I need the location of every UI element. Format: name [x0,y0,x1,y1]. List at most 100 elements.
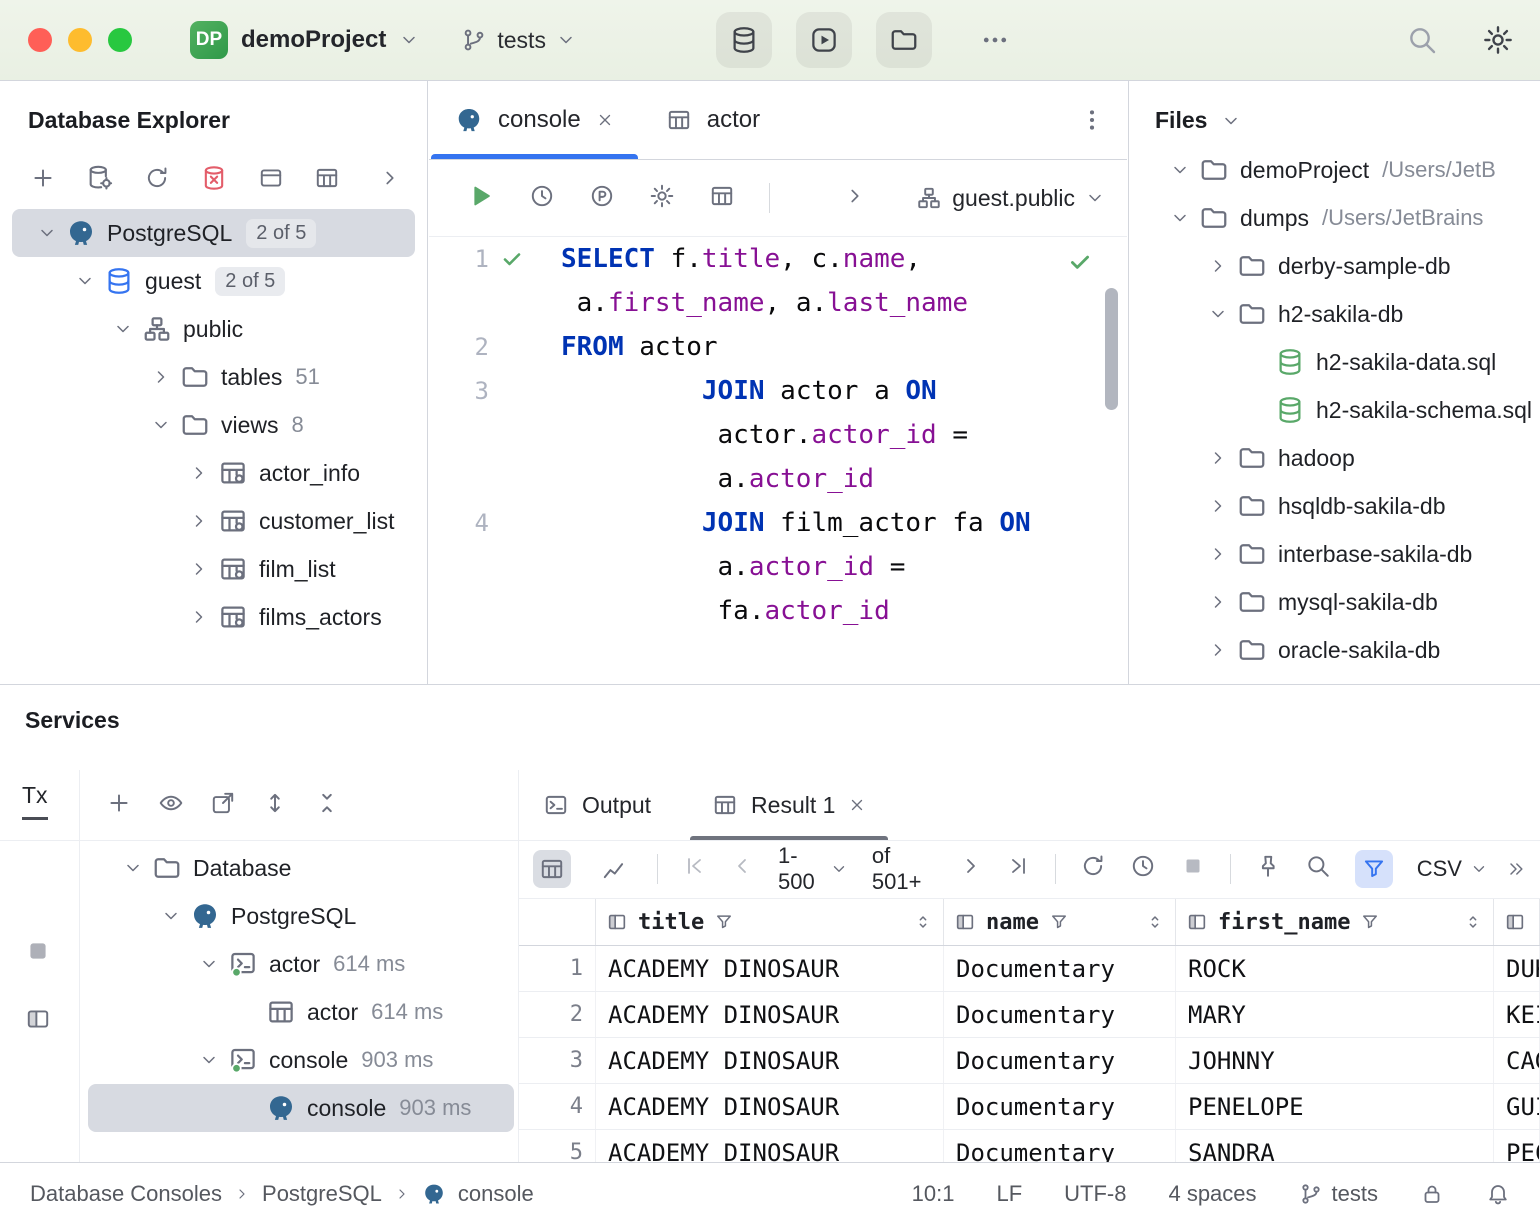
project-folder-button[interactable] [876,12,932,68]
read-only-toggle[interactable] [1420,1182,1444,1206]
chevron-right-icon[interactable] [1199,626,1237,674]
rail-square-button[interactable] [25,938,51,969]
file-encoding[interactable]: UTF-8 [1064,1181,1126,1207]
code-line[interactable]: actor.actor_id = [429,413,1127,457]
tree-item-h2-sakila-data-sql[interactable]: h2-sakila-data.sql [1135,338,1540,386]
breadcrumb-item[interactable]: Database Consoles [30,1181,222,1207]
page-range-selector[interactable]: 1-500 [778,843,848,895]
cell-last-name[interactable]: DUK [1494,946,1540,991]
vcs-branch[interactable]: tests [1299,1181,1378,1207]
jump-to-console-button[interactable] [258,165,284,196]
line-separator[interactable]: LF [996,1181,1022,1207]
tree-item-tables[interactable]: tables51 [12,353,415,401]
chevron-down-icon[interactable] [1161,146,1199,194]
tree-item-actor[interactable]: actor614 ms [88,988,514,1036]
column-header-partial[interactable] [1494,899,1540,945]
first-page-button[interactable] [682,854,706,884]
cell-first-name[interactable]: JOHNNY [1176,1038,1494,1083]
result-row[interactable]: 4ACADEMY DINOSAURDocumentaryPENELOPEGUI [519,1084,1540,1130]
tree-item-console[interactable]: console903 ms [88,1084,514,1132]
toolbar-overflow-button[interactable] [379,167,401,194]
tree-item-hadoop[interactable]: hadoop [1135,434,1540,482]
last-page-button[interactable] [1007,854,1031,884]
chart-view-button[interactable] [595,850,633,888]
sort-icon[interactable] [1145,912,1165,932]
minimize-window-button[interactable] [68,28,92,52]
tab-tx[interactable]: Tx [22,782,48,820]
cell-name[interactable]: Documentary [944,946,1176,991]
collapse-all-button[interactable] [314,790,340,821]
code-line[interactable]: 4 JOIN film_actor fa ON [429,501,1127,545]
tree-item-database[interactable]: Database [88,844,514,892]
result-row[interactable]: 3ACADEMY DINOSAURDocumentaryJOHNNYCAG [519,1038,1540,1084]
filter-button[interactable] [1355,850,1393,888]
cell-name[interactable]: Documentary [944,1084,1176,1129]
show-services-button[interactable] [158,790,184,821]
chevron-right-icon[interactable] [1199,482,1237,530]
tree-item-oracle-sakila-db[interactable]: oracle-sakila-db [1135,626,1540,674]
chevron-down-icon[interactable] [142,401,180,449]
reload-page-button[interactable] [1080,853,1106,885]
refresh-button[interactable] [144,165,170,196]
tree-item-postgresql[interactable]: PostgreSQL [88,892,514,940]
code-line[interactable]: fa.actor_id [429,589,1127,633]
sort-icon[interactable] [1463,912,1483,932]
result-row[interactable]: 2ACADEMY DINOSAURDocumentaryMARYKEI [519,992,1540,1038]
chevron-right-icon[interactable] [142,353,180,401]
cell-first-name[interactable]: SANDRA [1176,1130,1494,1163]
filter-icon[interactable] [1360,912,1380,932]
close-window-button[interactable] [28,28,52,52]
caret-position[interactable]: 10:1 [912,1181,955,1207]
chevron-right-icon[interactable] [1199,578,1237,626]
tree-item-interbase-sakila-db[interactable]: interbase-sakila-db [1135,530,1540,578]
tab-actor[interactable]: actor [640,81,801,159]
database-tool-button[interactable] [716,12,772,68]
cell-last-name[interactable]: PEC [1494,1130,1540,1163]
code-editor[interactable]: 1SELECT f.title, c.name, a.first_name, a… [429,237,1127,684]
editor-scrollbar[interactable] [1105,288,1118,410]
open-in-new-tab-button[interactable] [210,790,236,821]
double-chevron-right-icon[interactable] [1506,859,1526,879]
chevron-right-icon[interactable] [180,593,218,641]
indent-style[interactable]: 4 spaces [1168,1181,1256,1207]
cell-name[interactable]: Documentary [944,1130,1176,1163]
chevron-right-icon[interactable] [180,449,218,497]
settings-button[interactable] [1482,24,1514,61]
tab-result-1[interactable]: Result 1 [688,770,890,840]
tree-item-console[interactable]: console903 ms [88,1036,514,1084]
cell-title[interactable]: ACADEMY DINOSAUR [596,946,944,991]
cell-first-name[interactable]: PENELOPE [1176,1084,1494,1129]
tab-console[interactable]: console [429,81,640,159]
code-line[interactable]: 2FROM actor [429,325,1127,369]
cell-last-name[interactable]: CAG [1494,1038,1540,1083]
cell-first-name[interactable]: MARY [1176,992,1494,1037]
next-page-button[interactable] [959,854,983,884]
cell-name[interactable]: Documentary [944,1038,1176,1083]
previous-page-button[interactable] [730,854,754,884]
more-actions-button[interactable] [980,25,1010,55]
toolbar-overflow-button[interactable] [844,185,866,212]
filter-icon[interactable] [1049,912,1069,932]
add-service-button[interactable] [106,790,132,821]
row-number-header[interactable] [519,899,596,945]
breadcrumb[interactable]: Database Consoles PostgreSQL console [30,1181,534,1207]
tab-output[interactable]: Output [519,770,688,840]
breadcrumb-item[interactable]: console [458,1181,534,1207]
chevron-right-icon[interactable] [1199,434,1237,482]
chevron-down-icon[interactable] [66,257,104,305]
project-widget[interactable]: DP demoProject [190,21,419,59]
tree-item-dumps[interactable]: dumps/Users/JetBrains [1135,194,1540,242]
tree-item-actor-info[interactable]: actor_info [12,449,415,497]
query-history-button[interactable] [529,183,555,214]
code-line[interactable]: 3 JOIN actor a ON [429,369,1127,413]
cell-title[interactable]: ACADEMY DINOSAUR [596,1084,944,1129]
chevron-down-icon[interactable] [152,892,190,940]
code-line[interactable]: a.actor_id [429,457,1127,501]
expand-all-button[interactable] [262,790,288,821]
chevron-down-icon[interactable] [190,940,228,988]
tree-item-postgresql[interactable]: PostgreSQL2 of 5 [12,209,415,257]
cell-title[interactable]: ACADEMY DINOSAUR [596,1038,944,1083]
browse-tables-button[interactable] [709,183,735,214]
chevron-down-icon[interactable] [1221,111,1241,131]
tree-item-derby-sample-db[interactable]: derby-sample-db [1135,242,1540,290]
